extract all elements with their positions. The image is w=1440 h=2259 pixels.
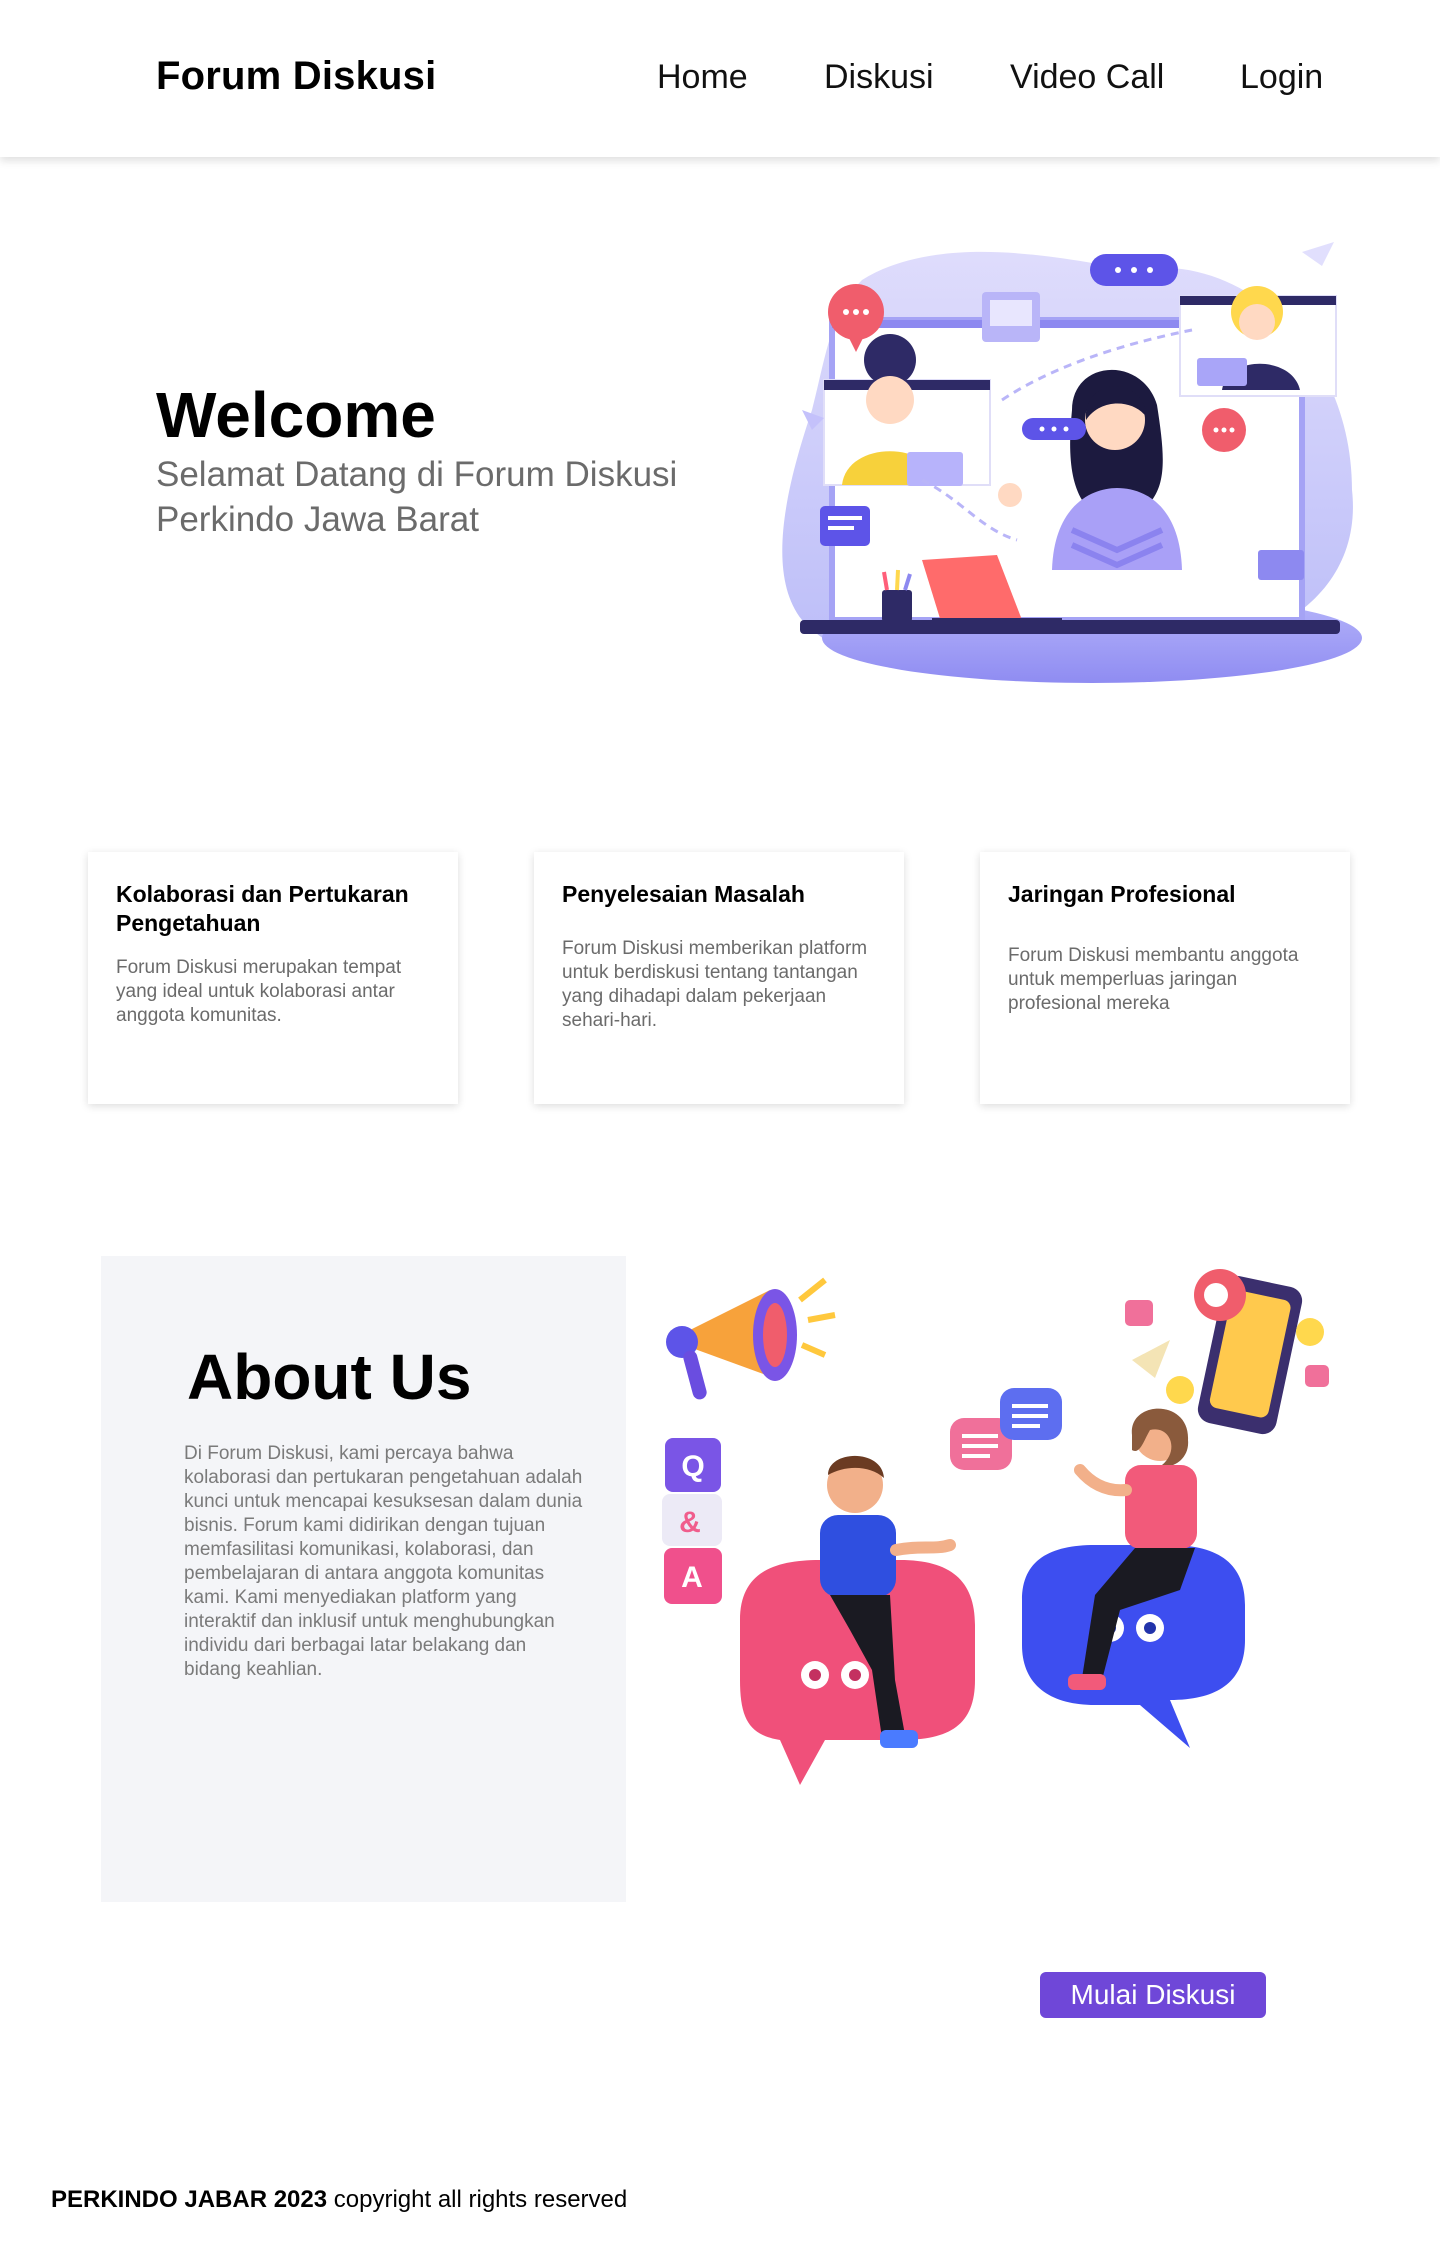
start-discussion-button[interactable]: Mulai Diskusi [1040,1972,1266,2018]
feature-card-problem-solving: Penyelesaian Masalah Forum Diskusi membe… [534,852,904,1104]
qa-letter-amp: & [679,1506,701,1539]
nav-diskusi[interactable]: Diskusi [824,58,934,97]
nav-home[interactable]: Home [657,58,748,97]
footer-rights: copyright all rights reserved [327,2186,628,2213]
feature-text: Forum Diskusi membantu anggota untuk mem… [1008,945,1299,1014]
feature-card-collaboration: Kolaborasi dan Pertukaran Pengetahuan Fo… [88,852,458,1104]
qa-letter-a: A [681,1561,703,1594]
discussion-illustration: Q & A [662,1269,1329,1785]
footer-copyright: PERKINDO JABAR 2023 copyright all rights… [51,2186,627,2214]
footer-org: PERKINDO JABAR 2023 [51,2186,328,2213]
navbar: Forum Diskusi Home Diskusi Video Call Lo… [0,0,1440,157]
feature-card-networking: Jaringan Profesional Forum Diskusi memba… [980,852,1350,1104]
about-title: About Us [187,1341,472,1413]
hero-title: Welcome [156,379,436,451]
feature-title: Jaringan Profesional [1008,881,1236,907]
qa-blocks-icon: Q & A [662,1438,722,1604]
feature-title: Kolaborasi dan Pertukaran Pengetahuan [116,881,409,936]
feature-text: Forum Diskusi merupakan tempat yang idea… [116,957,402,1026]
qa-letter-q: Q [681,1450,704,1483]
about-text: Di Forum Diskusi, kami percaya bahwa kol… [184,1443,583,1680]
feature-text: Forum Diskusi memberikan platform untuk … [562,938,868,1031]
brand-logo[interactable]: Forum Diskusi [156,54,436,99]
nav-video-call[interactable]: Video Call [1010,58,1164,97]
video-call-illustration [782,242,1362,683]
feature-title: Penyelesaian Masalah [562,881,805,907]
megaphone-icon [666,1277,836,1400]
hero-subtitle: Selamat Datang di Forum Diskusi Perkindo… [156,455,678,539]
nav-login[interactable]: Login [1240,58,1323,97]
